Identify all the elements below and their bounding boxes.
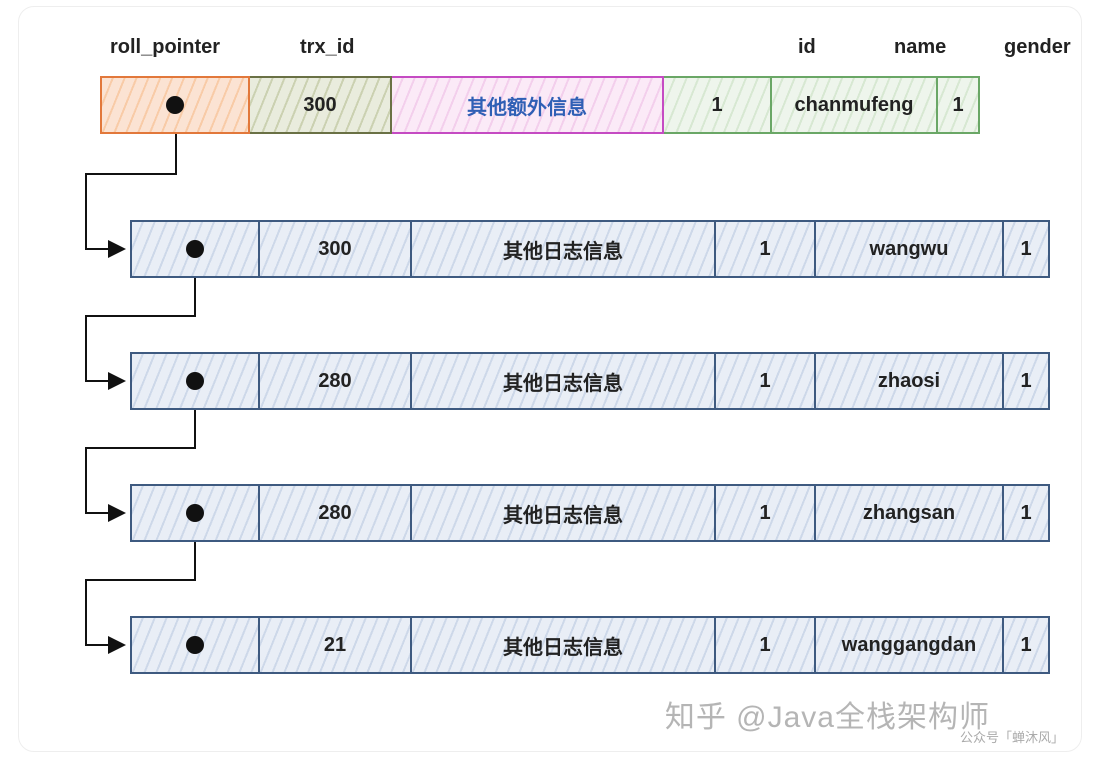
cell-name: chanmufeng [772, 76, 938, 134]
cell-trx-id: 300 [260, 220, 412, 278]
cell-extra-info: 其他额外信息 [392, 76, 664, 134]
cell-gender: 1 [938, 76, 980, 134]
pointer-dot-icon [186, 240, 204, 258]
cell-trx-id: 280 [260, 484, 412, 542]
cell-roll-pointer [130, 484, 260, 542]
cell-name: wanggangdan [816, 616, 1004, 674]
cell-id: 1 [716, 484, 816, 542]
cell-id: 1 [716, 616, 816, 674]
cell-name: zhangsan [816, 484, 1004, 542]
cell-gender: 1 [1004, 484, 1050, 542]
cell-trx-id: 300 [250, 76, 392, 134]
header-name: name [894, 36, 946, 59]
undo-row-1: 280 其他日志信息 1 zhaosi 1 [130, 352, 1050, 410]
cell-id: 1 [716, 352, 816, 410]
cell-name: wangwu [816, 220, 1004, 278]
pointer-dot-icon [186, 636, 204, 654]
header-id: id [798, 36, 816, 59]
cell-gender: 1 [1004, 220, 1050, 278]
header-roll-pointer: roll_pointer [110, 36, 220, 59]
watermark-text: 知乎 @Java全栈架构师 [665, 692, 990, 736]
cell-id: 1 [716, 220, 816, 278]
cell-log-info: 其他日志信息 [412, 616, 716, 674]
footer-credit: 公众号「蝉沐风」 [960, 727, 1064, 746]
cell-name: zhaosi [816, 352, 1004, 410]
cell-roll-pointer [100, 76, 250, 134]
cell-roll-pointer [130, 220, 260, 278]
cell-log-info: 其他日志信息 [412, 352, 716, 410]
current-record-row: 300 其他额外信息 1 chanmufeng 1 [100, 76, 1080, 134]
undo-row-0: 300 其他日志信息 1 wangwu 1 [130, 220, 1050, 278]
pointer-dot-icon [166, 96, 184, 114]
cell-roll-pointer [130, 616, 260, 674]
cell-log-info: 其他日志信息 [412, 220, 716, 278]
pointer-dot-icon [186, 504, 204, 522]
cell-id: 1 [664, 76, 772, 134]
cell-roll-pointer [130, 352, 260, 410]
header-trx-id: trx_id [300, 36, 354, 59]
cell-trx-id: 21 [260, 616, 412, 674]
cell-log-info: 其他日志信息 [412, 484, 716, 542]
diagram-stage: roll_pointer trx_id id name gender 300 其… [0, 0, 1100, 764]
cell-gender: 1 [1004, 616, 1050, 674]
undo-row-2: 280 其他日志信息 1 zhangsan 1 [130, 484, 1050, 542]
pointer-dot-icon [186, 372, 204, 390]
cell-trx-id: 280 [260, 352, 412, 410]
undo-row-3: 21 其他日志信息 1 wanggangdan 1 [130, 616, 1050, 674]
cell-gender: 1 [1004, 352, 1050, 410]
header-gender: gender [1004, 36, 1071, 59]
